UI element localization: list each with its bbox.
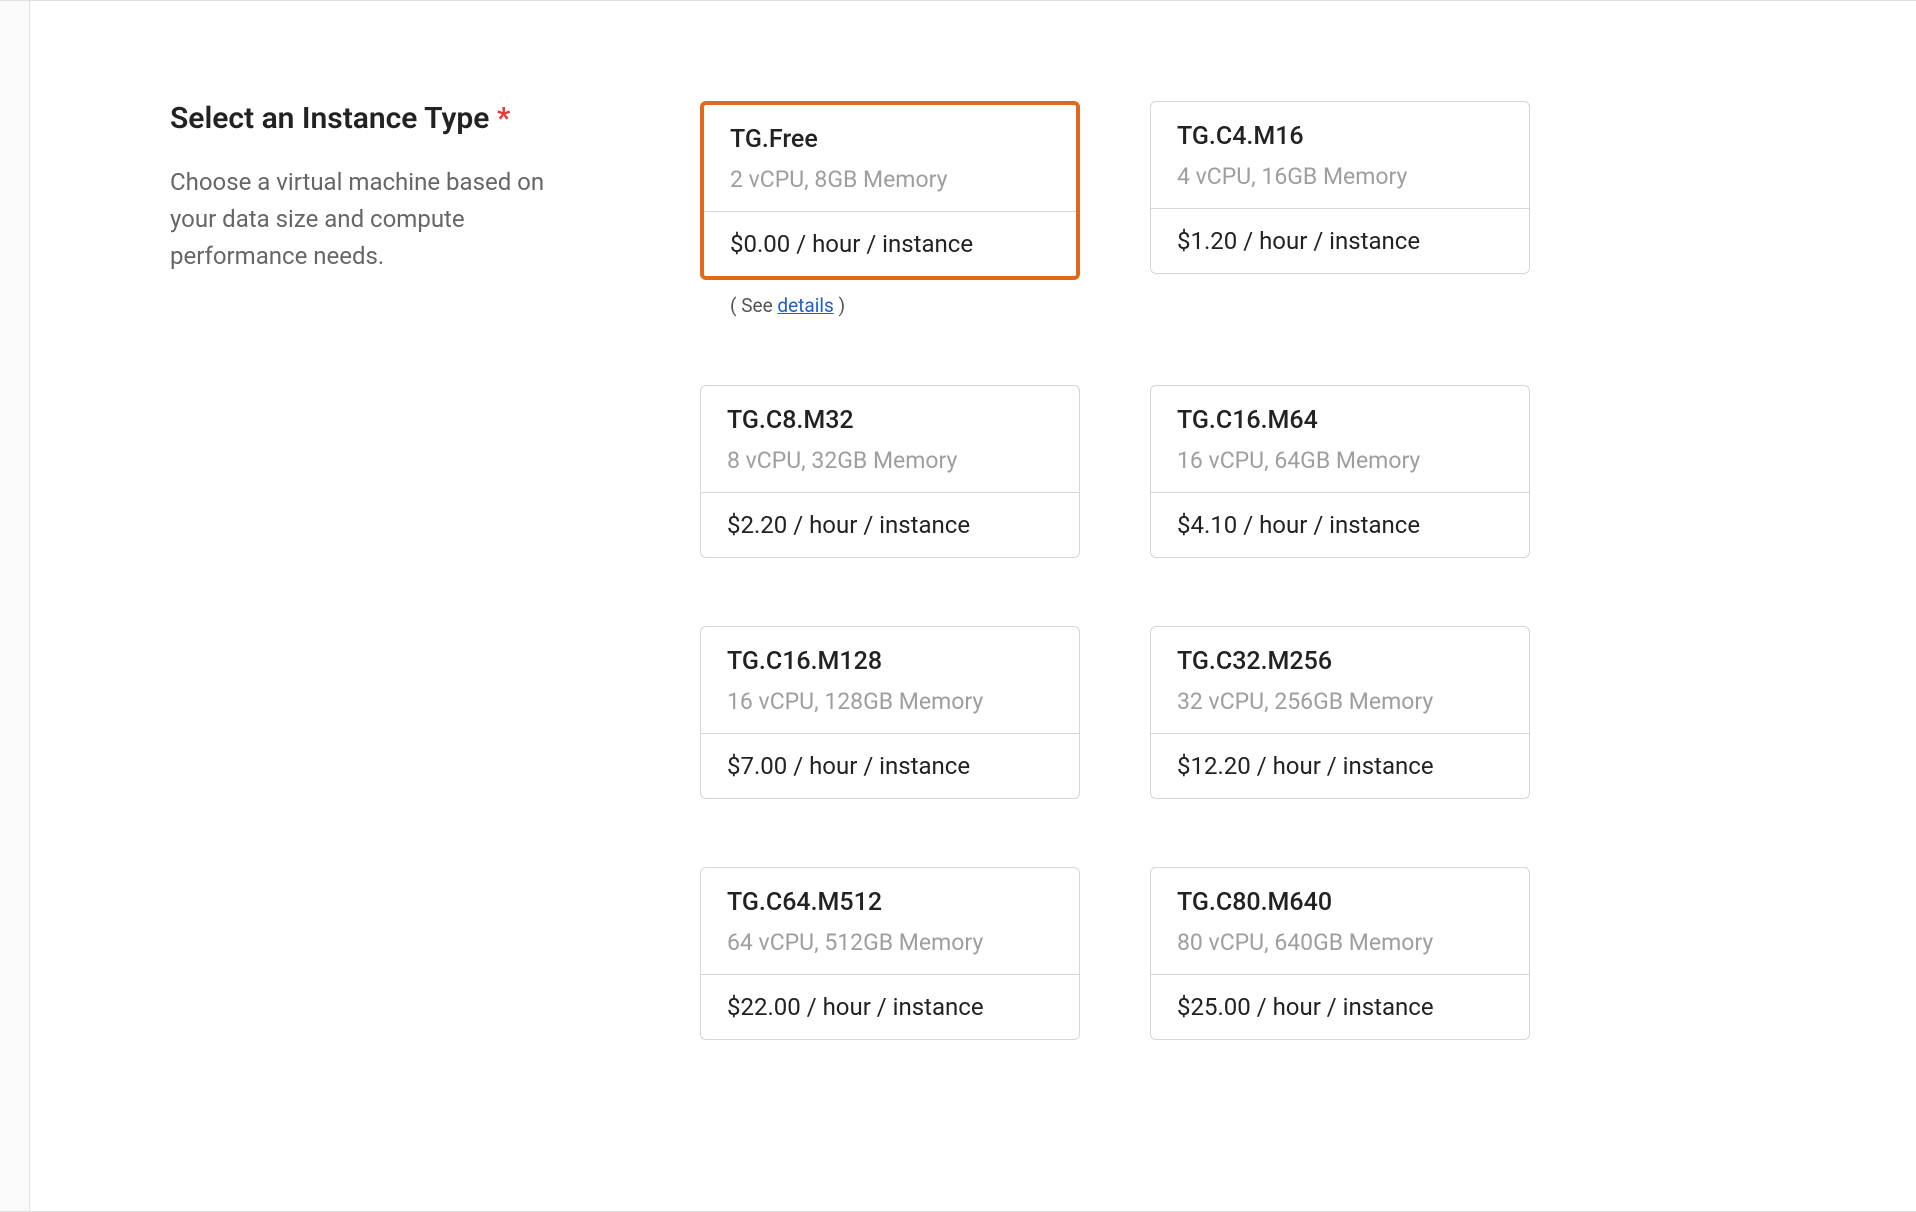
instance-price: $12.20 / hour / instance (1151, 733, 1529, 798)
instance-card-wrap: TG.C80.M640 80 vCPU, 640GB Memory $25.00 /… (1150, 867, 1530, 1040)
instance-name: TG.C16.M64 (1177, 406, 1503, 435)
instance-name: TG.Free (730, 125, 1050, 154)
instance-card-top: TG.C16.M64 16 vCPU, 64GB Memory (1151, 386, 1529, 492)
instance-price: $1.20 / hour / instance (1151, 208, 1529, 273)
section-title-text: Select an Instance Type (170, 101, 489, 136)
instance-name: TG.C80.M640 (1177, 888, 1503, 917)
instance-name: TG.C8.M32 (727, 406, 1053, 435)
instance-name: TG.C16.M128 (727, 647, 1053, 676)
instance-grid: TG.Free 2 vCPU, 8GB Memory $0.00 / hour / … (700, 101, 1680, 1040)
instance-spec: 80 vCPU, 640GB Memory (1177, 929, 1503, 956)
instance-card-top: TG.C16.M128 16 vCPU, 128GB Memory (701, 627, 1079, 733)
instance-card[interactable]: TG.Free 2 vCPU, 8GB Memory $0.00 / hour / … (700, 101, 1080, 280)
instance-card-wrap: TG.Free 2 vCPU, 8GB Memory $0.00 / hour / … (700, 101, 1080, 317)
required-mark: * (497, 101, 510, 136)
instance-spec: 16 vCPU, 128GB Memory (727, 688, 1053, 715)
instance-name: TG.C64.M512 (727, 888, 1053, 917)
instance-spec: 4 vCPU, 16GB Memory (1177, 163, 1503, 190)
instance-spec: 2 vCPU, 8GB Memory (730, 166, 1050, 193)
instance-card-wrap: TG.C32.M256 32 vCPU, 256GB Memory $12.20 /… (1150, 626, 1530, 799)
instance-card-top: TG.C4.M16 4 vCPU, 16GB Memory (1151, 102, 1529, 208)
instance-spec: 8 vCPU, 32GB Memory (727, 447, 1053, 474)
section-title: Select an Instance Type * (170, 101, 590, 136)
instance-card-wrap: TG.C16.M128 16 vCPU, 128GB Memory $7.00 / … (700, 626, 1080, 799)
instance-card-wrap: TG.C16.M64 16 vCPU, 64GB Memory $4.10 / ho… (1150, 385, 1530, 558)
left-gutter (0, 1, 30, 1211)
instance-price: $4.10 / hour / instance (1151, 492, 1529, 557)
instance-card-wrap: TG.C64.M512 64 vCPU, 512GB Memory $22.00 /… (700, 867, 1080, 1040)
instance-card[interactable]: TG.C64.M512 64 vCPU, 512GB Memory $22.00 /… (700, 867, 1080, 1040)
instance-card[interactable]: TG.C16.M128 16 vCPU, 128GB Memory $7.00 / … (700, 626, 1080, 799)
instance-price: $22.00 / hour / instance (701, 974, 1079, 1039)
instance-card-top: TG.Free 2 vCPU, 8GB Memory (704, 105, 1076, 211)
details-link[interactable]: details (777, 294, 833, 317)
instance-card[interactable]: TG.C4.M16 4 vCPU, 16GB Memory $1.20 / hour… (1150, 101, 1530, 274)
instance-spec: 64 vCPU, 512GB Memory (727, 929, 1053, 956)
details-row: ( See details ) (700, 280, 1080, 317)
instance-spec: 32 vCPU, 256GB Memory (1177, 688, 1503, 715)
instance-price: $0.00 / hour / instance (704, 211, 1076, 276)
details-prefix: ( See (730, 294, 777, 317)
instance-card[interactable]: TG.C16.M64 16 vCPU, 64GB Memory $4.10 / ho… (1150, 385, 1530, 558)
section-description: Choose a virtual machine based on your d… (170, 164, 590, 276)
instance-card-wrap: TG.C8.M32 8 vCPU, 32GB Memory $2.20 / hour… (700, 385, 1080, 558)
instance-price: $25.00 / hour / instance (1151, 974, 1529, 1039)
instance-card-top: TG.C80.M640 80 vCPU, 640GB Memory (1151, 868, 1529, 974)
instance-card-top: TG.C32.M256 32 vCPU, 256GB Memory (1151, 627, 1529, 733)
instance-card[interactable]: TG.C32.M256 32 vCPU, 256GB Memory $12.20 /… (1150, 626, 1530, 799)
details-suffix: ) (834, 294, 845, 317)
instance-price: $2.20 / hour / instance (701, 492, 1079, 557)
instance-price: $7.00 / hour / instance (701, 733, 1079, 798)
instance-card-wrap: TG.C4.M16 4 vCPU, 16GB Memory $1.20 / hour… (1150, 101, 1530, 317)
instance-spec: 16 vCPU, 64GB Memory (1177, 447, 1503, 474)
instance-name: TG.C4.M16 (1177, 122, 1503, 151)
instance-card[interactable]: TG.C80.M640 80 vCPU, 640GB Memory $25.00 /… (1150, 867, 1530, 1040)
instance-card[interactable]: TG.C8.M32 8 vCPU, 32GB Memory $2.20 / hour… (700, 385, 1080, 558)
instance-card-top: TG.C8.M32 8 vCPU, 32GB Memory (701, 386, 1079, 492)
instance-name: TG.C32.M256 (1177, 647, 1503, 676)
instance-card-top: TG.C64.M512 64 vCPU, 512GB Memory (701, 868, 1079, 974)
